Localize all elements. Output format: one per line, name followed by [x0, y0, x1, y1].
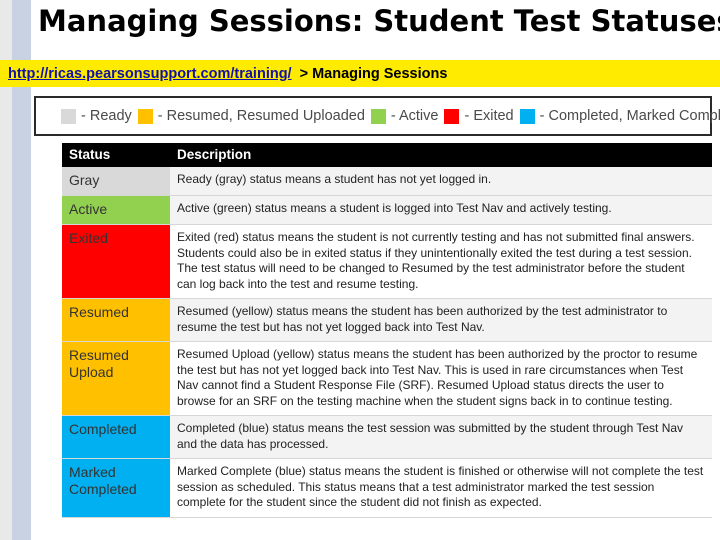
legend-item: - Resumed, Resumed Uploaded [137, 108, 365, 124]
status-cell: Gray [62, 167, 170, 196]
status-color-legend: - Ready - Resumed, Resumed Uploaded - Acti… [34, 96, 720, 136]
description-cell: Marked Complete (blue) status means the … [170, 458, 712, 518]
legend-color-swatch [370, 108, 386, 124]
slide-page: Managing Sessions: Student Test Statuses… [0, 0, 720, 540]
legend-color-swatch [137, 108, 153, 124]
legend-label: - Ready [81, 108, 132, 124]
legend-color-swatch [61, 108, 76, 124]
description-cell: Resumed (yellow) status means the studen… [170, 298, 712, 342]
table-row: Exited Exited (red) status means the stud… [62, 224, 712, 299]
breadcrumb-url-link[interactable]: http://ricas.pearsonsupport.com/training… [8, 66, 292, 82]
table-row: Completed Completed (blue) status means t… [62, 415, 712, 459]
table-header-row: Status Description [62, 143, 712, 167]
legend-label: - Resumed, Resumed Uploaded [157, 108, 365, 124]
breadcrumb-separator: > [299, 65, 309, 82]
status-cell: Resumed [62, 298, 170, 342]
breadcrumb-current: Managing Sessions [312, 65, 448, 82]
status-cell: Resumed Upload [62, 341, 170, 416]
table-row: Marked Completed Marked Complete (blue) s… [62, 458, 712, 518]
breadcrumb: http://ricas.pearsonsupport.com/training… [0, 60, 720, 87]
legend-label: - Exited [464, 108, 514, 124]
column-header-description: Description [170, 143, 712, 167]
table-row: Resumed Upload Resumed Upload (yellow) st… [62, 341, 712, 416]
column-header-status: Status [62, 143, 170, 167]
legend-color-swatch [444, 108, 460, 124]
legend-item: - Active [370, 108, 439, 124]
description-cell: Exited (red) status means the student is… [170, 224, 712, 299]
status-table: Status Description Gray Ready (gray) stat… [62, 143, 712, 518]
legend-item: - Ready [61, 108, 132, 124]
table-row: Resumed Resumed (yellow) status means the… [62, 298, 712, 342]
legend-color-swatch [519, 108, 535, 124]
legend-item: - Exited [444, 108, 514, 124]
description-cell: Completed (blue) status means the test s… [170, 415, 712, 459]
legend-item: - Completed, Marked Complete [519, 108, 720, 124]
status-cell: Active [62, 195, 170, 225]
description-cell: Resumed Upload (yellow) status means the… [170, 341, 712, 416]
description-cell: Active (green) status means a student is… [170, 195, 712, 225]
table-row: Active Active (green) status means a stud… [62, 195, 712, 225]
legend-label: - Active [390, 108, 439, 124]
status-cell: Completed [62, 415, 170, 459]
page-title: Managing Sessions: Student Test Statuses [38, 4, 720, 38]
description-cell: Ready (gray) status means a student has … [170, 167, 712, 196]
table-row: Gray Ready (gray) status means a student … [62, 167, 712, 196]
legend-label: - Completed, Marked Complete [539, 108, 720, 124]
status-cell: Marked Completed [62, 458, 170, 518]
status-cell: Exited [62, 224, 170, 299]
